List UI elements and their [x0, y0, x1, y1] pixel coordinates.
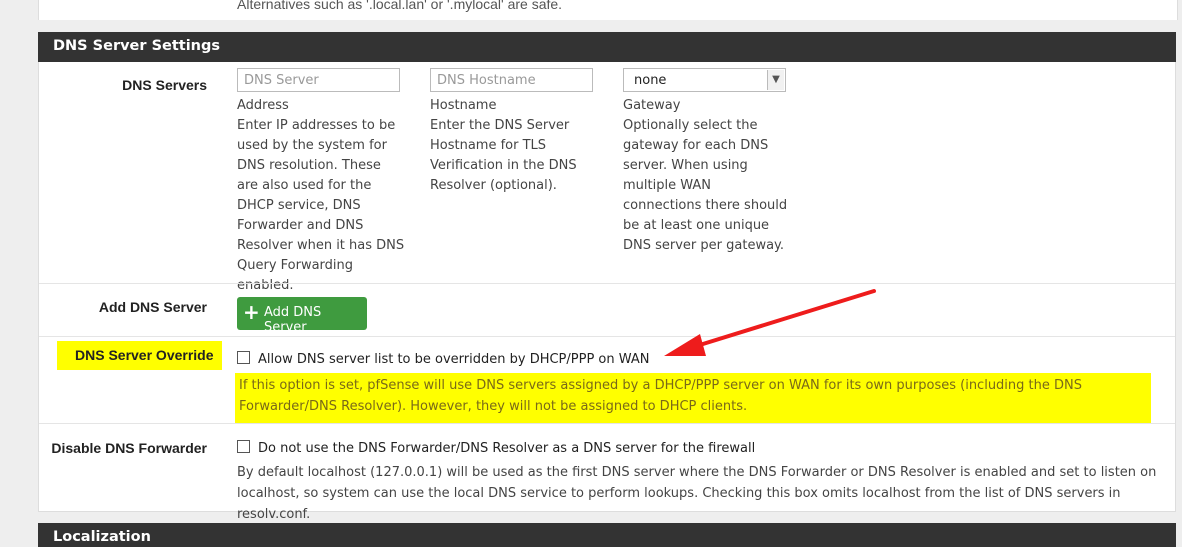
dns-override-checkbox-label: Allow DNS server list to be overridden b… [258, 352, 650, 367]
row-divider [39, 423, 1175, 424]
row-divider [39, 283, 1175, 284]
dns-server-settings-heading: DNS Server Settings [38, 32, 1176, 62]
address-help-title: Address [237, 98, 289, 113]
previous-panel-body: Alternatives such as '.local.lan' or '.m… [38, 0, 1178, 20]
gateway-help-text: Optionally select the gateway for each D… [623, 118, 788, 253]
gateway-help-title: Gateway [623, 98, 681, 113]
address-help-text: Enter IP addresses to be used by the sys… [237, 118, 405, 293]
hostname-help: Hostname Enter the DNS Server Hostname f… [430, 96, 595, 196]
hostname-help-text: Enter the DNS Server Hostname for TLS Ve… [430, 118, 577, 193]
dns-server-address-input[interactable]: DNS Server [237, 68, 400, 92]
domain-help-text: Alternatives such as '.local.lan' or '.m… [237, 0, 563, 12]
dns-hostname-input[interactable]: DNS Hostname [430, 68, 593, 92]
gateway-select[interactable]: none ▼ [623, 68, 786, 92]
add-dns-server-label: Add DNS Server [98, 299, 207, 315]
hostname-help-title: Hostname [430, 98, 497, 113]
disable-forwarder-option[interactable]: Do not use the DNS Forwarder/DNS Resolve… [237, 440, 755, 456]
localization-heading: Localization [38, 523, 1176, 547]
chevron-down-icon: ▼ [767, 70, 784, 90]
add-dns-server-button[interactable]: + Add DNS Server [237, 297, 367, 335]
dns-override-help: If this option is set, pfSense will use … [235, 373, 1151, 423]
gateway-select-value: none [634, 73, 667, 88]
disable-dns-forwarder-label: Disable DNS Forwarder [51, 440, 207, 456]
disable-forwarder-help: By default localhost (127.0.0.1) will be… [237, 465, 1157, 522]
address-help: Address Enter IP addresses to be used by… [237, 96, 405, 296]
plus-icon: + [243, 300, 260, 324]
row-divider [39, 336, 1175, 337]
gateway-help: Gateway Optionally select the gateway fo… [623, 96, 793, 256]
dns-servers-label: DNS Servers [122, 77, 207, 93]
dns-server-settings-panel: DNS Servers DNS Server DNS Hostname none… [38, 62, 1176, 522]
disable-forwarder-checkbox[interactable] [237, 440, 250, 453]
dns-override-checkbox[interactable] [237, 351, 250, 364]
add-dns-server-button-label: Add DNS Server [264, 305, 322, 335]
dns-override-option[interactable]: Allow DNS server list to be overridden b… [237, 351, 650, 367]
dns-server-override-label: DNS Server Override [57, 341, 222, 370]
dns-server-override-label-wrap: DNS Server Override [57, 341, 222, 370]
disable-forwarder-checkbox-label: Do not use the DNS Forwarder/DNS Resolve… [258, 441, 756, 456]
